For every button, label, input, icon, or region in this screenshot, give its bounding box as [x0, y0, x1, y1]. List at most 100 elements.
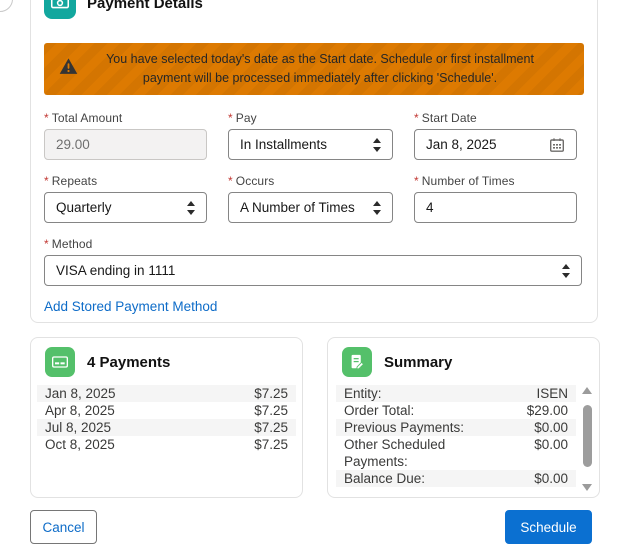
payment-amount: $7.25: [254, 419, 288, 436]
payment-amount: $7.25: [254, 402, 288, 419]
cancel-button[interactable]: Cancel: [30, 510, 97, 544]
summary-card: Summary Entity: ISEN Order Total: $29.00…: [327, 337, 600, 498]
spinner-arrows-icon[interactable]: [373, 138, 381, 152]
warning-triangle-icon: [59, 58, 78, 81]
panel-header: Payment Details: [44, 0, 584, 19]
label-text: Occurs: [236, 174, 275, 188]
selected-value: A Number of Times: [240, 200, 367, 215]
summary-card-header: Summary: [328, 338, 599, 384]
scrollbar-thumb[interactable]: [583, 405, 592, 467]
summary-value: $0.00: [534, 419, 568, 436]
summary-note-icon: [342, 347, 372, 377]
field-repeats: *Repeats Quarterly: [44, 174, 207, 223]
page-title: Payment Details: [87, 0, 203, 12]
summary-row: Previous Payments: $0.00: [336, 419, 576, 436]
spinner-arrows-icon[interactable]: [562, 264, 570, 278]
cropped-corner-decoration: [0, 0, 13, 12]
add-stored-payment-method-link[interactable]: Add Stored Payment Method: [44, 299, 217, 314]
label-text: Number of Times: [422, 174, 515, 188]
scroll-down-icon[interactable]: [582, 484, 592, 491]
payment-row: Apr 8, 2025 $7.25: [37, 402, 296, 419]
spinner-arrows-icon[interactable]: [373, 201, 381, 215]
field-pay: *Pay In Installments: [228, 111, 393, 160]
summary-label: Balance Due:: [344, 470, 534, 487]
required-asterisk: *: [414, 174, 419, 188]
payment-amount: $7.25: [254, 385, 288, 402]
summary-row: Balance Due: $0.00: [336, 470, 576, 487]
credit-card-icon: [45, 347, 75, 377]
label-text: Total Amount: [52, 111, 123, 125]
number-of-times-input[interactable]: 4: [414, 192, 577, 223]
selected-value: Quarterly: [56, 200, 181, 215]
label-text: Pay: [236, 111, 257, 125]
payment-amount: $7.25: [254, 436, 288, 453]
schedule-button[interactable]: Schedule: [505, 510, 592, 544]
required-asterisk: *: [414, 111, 419, 125]
pay-label: *Pay: [228, 111, 393, 125]
summary-row: Order Total: $29.00: [336, 402, 576, 419]
occurs-label: *Occurs: [228, 174, 393, 188]
summary-value: $0.00: [534, 436, 568, 453]
scroll-up-icon[interactable]: [582, 387, 592, 394]
required-asterisk: *: [228, 111, 233, 125]
payments-card-header: 4 Payments: [31, 338, 302, 384]
spinner-arrows-icon[interactable]: [187, 201, 195, 215]
required-asterisk: *: [228, 174, 233, 188]
payment-row: Jan 8, 2025 $7.25: [37, 385, 296, 402]
repeats-select[interactable]: Quarterly: [44, 192, 207, 223]
warning-text: You have selected today's date as the St…: [96, 50, 544, 88]
summary-row: Entity: ISEN: [336, 385, 576, 402]
field-occurs: *Occurs A Number of Times: [228, 174, 393, 223]
field-start-date: *Start Date Jan 8, 2025: [414, 111, 577, 160]
method-label: *Method: [44, 237, 584, 251]
label-text: Repeats: [52, 174, 97, 188]
payment-date: Apr 8, 2025: [45, 402, 254, 419]
start-date-label: *Start Date: [414, 111, 577, 125]
summary-label: Previous Payments:: [344, 419, 534, 436]
input-value: 29.00: [56, 137, 195, 152]
required-asterisk: *: [44, 174, 49, 188]
summary-list: Entity: ISEN Order Total: $29.00 Previou…: [336, 385, 576, 493]
payment-details-panel: Payment Details You have selected today'…: [30, 0, 598, 323]
summary-card-title: Summary: [384, 354, 452, 371]
payment-row: Oct 8, 2025 $7.25: [37, 436, 296, 453]
total-amount-label: *Total Amount: [44, 111, 207, 125]
payment-icon: [44, 0, 76, 19]
total-amount-input: 29.00: [44, 129, 207, 160]
field-total-amount: *Total Amount 29.00: [44, 111, 207, 160]
payments-list: Jan 8, 2025 $7.25 Apr 8, 2025 $7.25 Jul …: [37, 385, 296, 453]
payments-card: 4 Payments Jan 8, 2025 $7.25 Apr 8, 2025…: [30, 337, 303, 498]
warning-banner: You have selected today's date as the St…: [44, 43, 584, 95]
summary-label: Other Scheduled Payments:: [344, 436, 494, 470]
pay-select[interactable]: In Installments: [228, 129, 393, 160]
summary-value: ISEN: [536, 385, 568, 402]
payments-card-title: 4 Payments: [87, 354, 170, 371]
number-of-times-label: *Number of Times: [414, 174, 577, 188]
field-method: *Method VISA ending in 1111: [44, 237, 584, 286]
summary-label: Order Total:: [344, 402, 527, 419]
input-value: 4: [426, 200, 565, 215]
selected-value: In Installments: [240, 137, 367, 152]
occurs-select[interactable]: A Number of Times: [228, 192, 393, 223]
selected-value: VISA ending in 1111: [56, 263, 556, 278]
summary-value: $0.00: [534, 470, 568, 487]
calendar-icon[interactable]: [549, 137, 565, 153]
label-text: Method: [52, 237, 93, 251]
start-date-input[interactable]: Jan 8, 2025: [414, 129, 577, 160]
payment-date: Jul 8, 2025: [45, 419, 254, 436]
summary-label: Entity:: [344, 385, 536, 402]
field-number-of-times: *Number of Times 4: [414, 174, 577, 223]
summary-scrollbar[interactable]: [581, 385, 593, 493]
repeats-label: *Repeats: [44, 174, 207, 188]
summary-body: Entity: ISEN Order Total: $29.00 Previou…: [336, 385, 593, 493]
payment-date: Oct 8, 2025: [45, 436, 254, 453]
payment-form: *Total Amount 29.00 *Pay In Installments…: [44, 111, 584, 223]
input-value: Jan 8, 2025: [426, 137, 549, 152]
payment-date: Jan 8, 2025: [45, 385, 254, 402]
summary-row: Other Scheduled Payments: $0.00: [336, 436, 576, 470]
payment-row: Jul 8, 2025 $7.25: [37, 419, 296, 436]
summary-value: $29.00: [527, 402, 568, 419]
method-select[interactable]: VISA ending in 1111: [44, 255, 582, 286]
label-text: Start Date: [422, 111, 477, 125]
required-asterisk: *: [44, 237, 49, 251]
